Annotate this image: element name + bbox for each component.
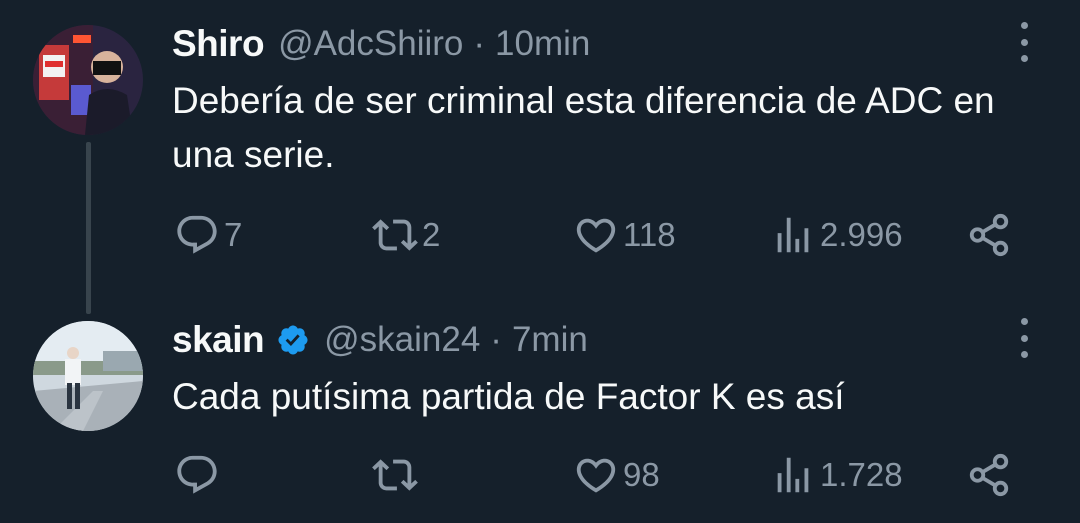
views-chart-icon <box>777 217 809 253</box>
tweet-actions: 98 1.728 <box>0 450 1080 500</box>
tweet-header: skain @skain24 · 7min <box>172 318 588 362</box>
user-handle[interactable]: @AdcShiiro <box>278 24 463 64</box>
tweet-header: Shiro @AdcShiiro · 10min <box>172 22 590 66</box>
like-button[interactable]: 118 <box>573 210 676 260</box>
like-count: 98 <box>623 456 660 493</box>
tweet-text: Debería de ser criminal esta diferencia … <box>172 80 995 175</box>
tweet-text: Cada putísima partida de Factor K es así <box>172 376 845 417</box>
display-name[interactable]: skain <box>172 319 265 361</box>
verified-badge-icon <box>278 325 308 355</box>
like-button[interactable]: 98 <box>573 450 660 500</box>
views-count: 1.728 <box>820 456 903 493</box>
avatar[interactable] <box>33 25 143 135</box>
timestamp[interactable]: 10min <box>495 24 590 64</box>
display-name[interactable]: Shiro <box>172 23 265 65</box>
more-options-icon[interactable] <box>1016 318 1032 358</box>
like-count: 118 <box>623 216 676 253</box>
views-count: 2.996 <box>820 216 903 253</box>
separator-dot: · <box>473 24 486 63</box>
avatar-image <box>33 321 143 431</box>
timestamp[interactable]: 7min <box>512 320 588 360</box>
retweet-icon <box>372 219 418 251</box>
retweet-count: 2 <box>422 216 441 253</box>
share-icon <box>969 453 1009 497</box>
reply-button[interactable]: 7 <box>174 210 242 260</box>
reply-icon <box>177 455 217 494</box>
heart-icon <box>576 458 616 493</box>
tweet-shiro[interactable]: Shiro @AdcShiiro · 10min Debería de ser … <box>0 0 1080 314</box>
avatar[interactable] <box>33 321 143 431</box>
retweet-button[interactable]: 2 <box>372 210 440 260</box>
reply-icon <box>177 215 217 254</box>
share-button[interactable] <box>966 210 1012 260</box>
avatar-image <box>33 25 143 135</box>
share-icon <box>969 213 1009 257</box>
views-button[interactable]: 2.996 <box>770 210 903 260</box>
views-button[interactable]: 1.728 <box>770 450 903 500</box>
tweet-skain[interactable]: skain @skain24 · 7min Cada putísima part… <box>0 310 1080 523</box>
heart-icon <box>576 218 616 253</box>
views-chart-icon <box>777 457 809 493</box>
share-button[interactable] <box>966 450 1012 500</box>
more-options-icon[interactable] <box>1016 22 1032 62</box>
reply-count: 7 <box>224 216 243 253</box>
separator-dot: · <box>490 320 502 359</box>
retweet-icon <box>372 459 418 491</box>
retweet-button[interactable] <box>372 450 422 500</box>
reply-button[interactable] <box>174 450 224 500</box>
user-handle[interactable]: @skain24 <box>324 320 480 360</box>
tweet-actions: 7 2 118 2.996 <box>0 210 1080 260</box>
